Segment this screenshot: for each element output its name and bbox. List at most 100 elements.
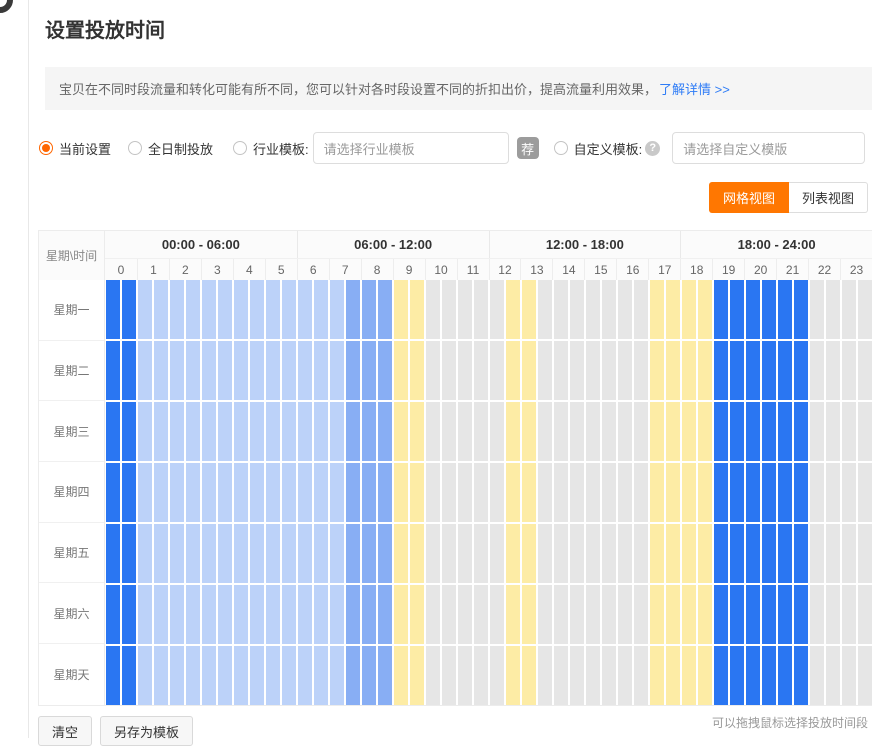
schedule-cell[interactable]	[346, 402, 360, 461]
schedule-cell[interactable]	[570, 646, 584, 705]
schedule-cell[interactable]	[682, 402, 696, 461]
schedule-cell[interactable]	[250, 463, 264, 522]
schedule-cell[interactable]	[778, 341, 792, 400]
schedule-cell[interactable]	[762, 524, 776, 583]
schedule-cell[interactable]	[762, 402, 776, 461]
schedule-cell[interactable]	[826, 646, 840, 705]
schedule-cell[interactable]	[218, 402, 232, 461]
schedule-cell[interactable]	[298, 524, 312, 583]
schedule-cell[interactable]	[106, 402, 120, 461]
schedule-cell[interactable]	[506, 280, 520, 339]
schedule-cell[interactable]	[554, 402, 568, 461]
schedule-cell[interactable]	[698, 585, 712, 644]
schedule-cell[interactable]	[666, 585, 680, 644]
schedule-cell[interactable]	[842, 402, 856, 461]
schedule-cell[interactable]	[218, 646, 232, 705]
schedule-cell[interactable]	[218, 585, 232, 644]
schedule-cell[interactable]	[266, 463, 280, 522]
schedule-cell[interactable]	[202, 341, 216, 400]
schedule-cell[interactable]	[122, 341, 136, 400]
schedule-cell[interactable]	[842, 646, 856, 705]
schedule-cell[interactable]	[618, 341, 632, 400]
schedule-cell[interactable]	[826, 402, 840, 461]
schedule-cell[interactable]	[730, 280, 744, 339]
schedule-cell[interactable]	[570, 341, 584, 400]
schedule-cell[interactable]	[394, 402, 408, 461]
schedule-cell[interactable]	[298, 646, 312, 705]
schedule-cell[interactable]	[858, 646, 872, 705]
schedule-cell[interactable]	[426, 280, 440, 339]
schedule-cell[interactable]	[842, 524, 856, 583]
schedule-cell[interactable]	[266, 402, 280, 461]
schedule-cell[interactable]	[826, 280, 840, 339]
schedule-cell[interactable]	[106, 463, 120, 522]
schedule-cell[interactable]	[842, 585, 856, 644]
schedule-cell[interactable]	[170, 585, 184, 644]
schedule-cell[interactable]	[570, 280, 584, 339]
schedule-cell[interactable]	[634, 402, 648, 461]
radio-current-setting[interactable]: 当前设置	[39, 139, 111, 158]
schedule-cell[interactable]	[490, 646, 504, 705]
schedule-cell[interactable]	[410, 341, 424, 400]
schedule-cell[interactable]	[618, 280, 632, 339]
radio-industry-template[interactable]: 行业模板:	[233, 139, 309, 158]
schedule-cell[interactable]	[298, 280, 312, 339]
schedule-cell[interactable]	[538, 402, 552, 461]
schedule-cell[interactable]	[682, 341, 696, 400]
schedule-cell[interactable]	[330, 524, 344, 583]
schedule-cell[interactable]	[858, 402, 872, 461]
schedule-cell[interactable]	[410, 646, 424, 705]
schedule-cell[interactable]	[746, 524, 760, 583]
schedule-cell[interactable]	[234, 463, 248, 522]
schedule-cell[interactable]	[250, 402, 264, 461]
schedule-cell[interactable]	[618, 402, 632, 461]
schedule-cell[interactable]	[314, 463, 328, 522]
schedule-cell[interactable]	[442, 341, 456, 400]
schedule-cell[interactable]	[570, 402, 584, 461]
schedule-cell[interactable]	[762, 341, 776, 400]
schedule-cell[interactable]	[474, 463, 488, 522]
schedule-cell[interactable]	[554, 646, 568, 705]
schedule-cell[interactable]	[106, 646, 120, 705]
schedule-cell[interactable]	[330, 585, 344, 644]
schedule-cell[interactable]	[170, 280, 184, 339]
schedule-cell[interactable]	[522, 524, 536, 583]
schedule-cell[interactable]	[330, 463, 344, 522]
schedule-cell[interactable]	[186, 524, 200, 583]
schedule-cell[interactable]	[394, 524, 408, 583]
schedule-cell[interactable]	[714, 280, 728, 339]
schedule-cell[interactable]	[154, 646, 168, 705]
schedule-cell[interactable]	[682, 280, 696, 339]
schedule-cell[interactable]	[234, 402, 248, 461]
schedule-cell[interactable]	[314, 585, 328, 644]
schedule-cell[interactable]	[586, 646, 600, 705]
schedule-cell[interactable]	[842, 341, 856, 400]
schedule-cell[interactable]	[426, 402, 440, 461]
schedule-cell[interactable]	[378, 463, 392, 522]
schedule-cell[interactable]	[506, 463, 520, 522]
schedule-cell[interactable]	[586, 341, 600, 400]
schedule-cell[interactable]	[410, 402, 424, 461]
schedule-cell[interactable]	[186, 341, 200, 400]
schedule-cell[interactable]	[362, 646, 376, 705]
schedule-cell[interactable]	[666, 646, 680, 705]
schedule-cell[interactable]	[282, 463, 296, 522]
schedule-cell[interactable]	[234, 585, 248, 644]
schedule-cell[interactable]	[618, 646, 632, 705]
schedule-cell[interactable]	[810, 280, 824, 339]
schedule-cell[interactable]	[506, 585, 520, 644]
schedule-cell[interactable]	[634, 524, 648, 583]
schedule-cell[interactable]	[250, 280, 264, 339]
schedule-cell[interactable]	[458, 463, 472, 522]
schedule-cell[interactable]	[586, 585, 600, 644]
schedule-cell[interactable]	[410, 280, 424, 339]
schedule-cell[interactable]	[122, 646, 136, 705]
schedule-cell[interactable]	[234, 524, 248, 583]
schedule-cell[interactable]	[858, 280, 872, 339]
schedule-cell[interactable]	[106, 341, 120, 400]
schedule-cell[interactable]	[170, 402, 184, 461]
schedule-cell[interactable]	[474, 402, 488, 461]
list-view-button[interactable]: 列表视图	[789, 182, 868, 213]
schedule-cell[interactable]	[602, 646, 616, 705]
schedule-cell[interactable]	[554, 463, 568, 522]
